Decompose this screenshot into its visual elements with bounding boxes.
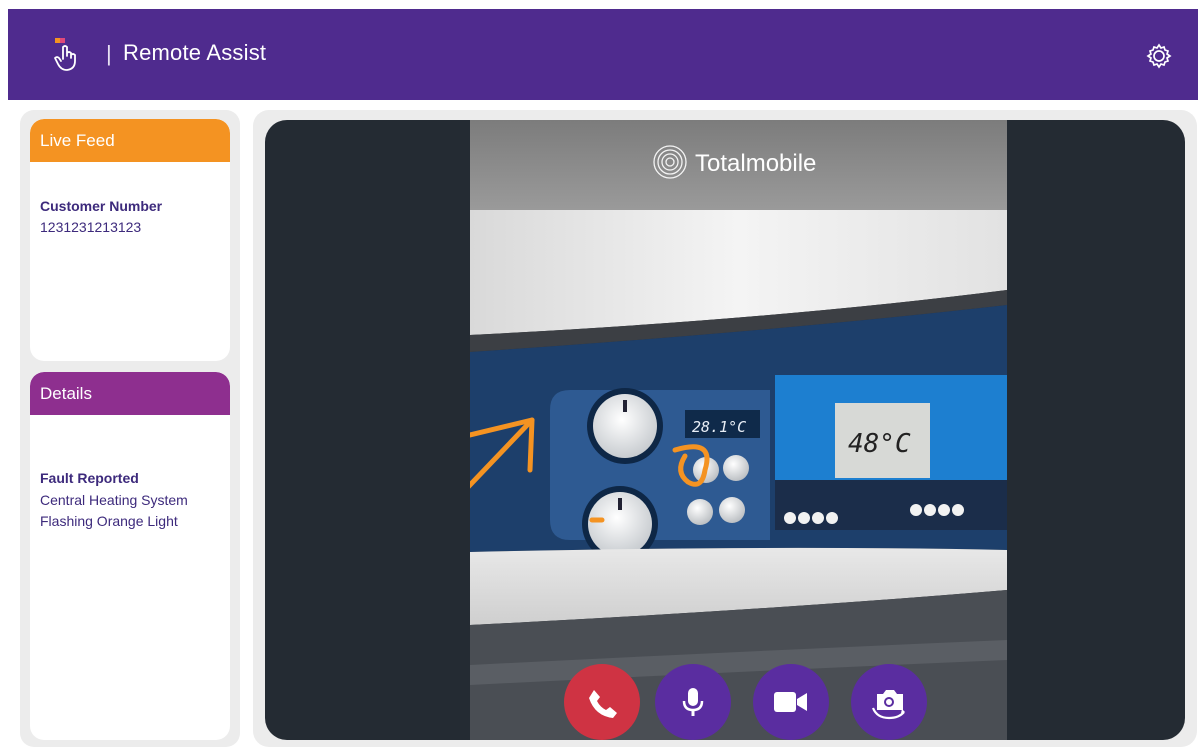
header-separator: |	[106, 41, 112, 66]
gear-icon[interactable]	[1145, 42, 1173, 70]
live-feed-header: Live Feed	[30, 119, 230, 162]
live-feed-card: Live Feed Customer Number 1231231213123	[30, 119, 230, 361]
info-sidebar: Live Feed Customer Number 1231231213123 …	[20, 110, 240, 747]
video-panel: Totalmobile 28.1°C 48°C	[253, 110, 1197, 747]
phone-icon	[589, 690, 617, 718]
app-header: | Remote Assist	[8, 9, 1198, 100]
video-viewer[interactable]: Totalmobile 28.1°C 48°C	[265, 120, 1185, 740]
fault-reported-label: Fault Reported	[40, 470, 139, 486]
video-button[interactable]	[753, 664, 829, 740]
fault-line-1: Central Heating System	[40, 492, 188, 508]
details-card: Details Fault Reported Central Heating S…	[30, 372, 230, 740]
end-call-button[interactable]	[564, 664, 640, 740]
brand-watermark: Totalmobile	[695, 150, 816, 177]
app-title: Remote Assist	[123, 40, 267, 65]
details-header: Details	[30, 372, 230, 415]
camera-rotate-icon	[871, 690, 905, 720]
video-camera-icon	[774, 692, 807, 712]
panel-small-display: 28.1°C	[692, 418, 746, 436]
customer-number-label: Customer Number	[40, 198, 163, 214]
live-video-feed: Totalmobile 28.1°C 48°C	[470, 120, 1007, 740]
microphone-button[interactable]	[655, 664, 731, 740]
microphone-icon	[682, 688, 704, 716]
switch-camera-button[interactable]	[851, 664, 927, 740]
customer-number-value: 1231231213123	[40, 219, 142, 235]
fault-line-2: Flashing Orange Light	[40, 513, 178, 529]
hand-pointer-icon	[54, 38, 76, 71]
panel-main-display: 48°C	[848, 429, 911, 459]
